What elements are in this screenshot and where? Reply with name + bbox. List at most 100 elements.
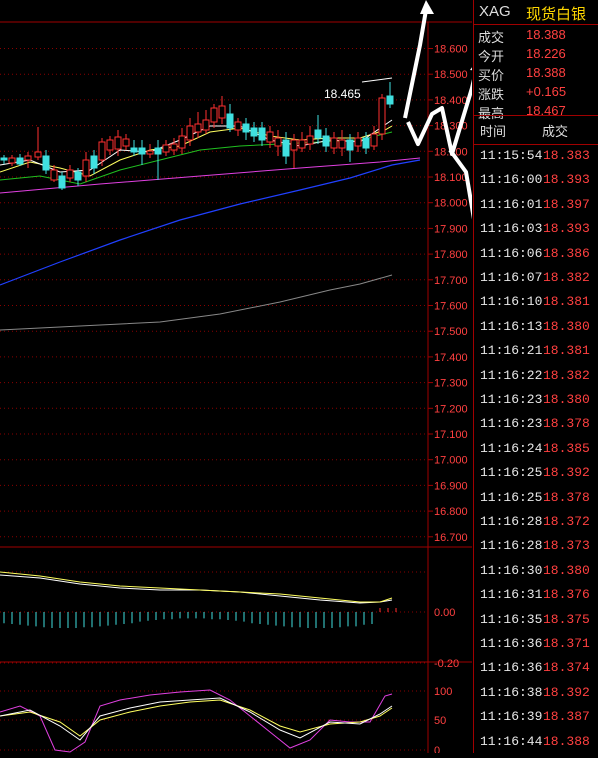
- trade-price: 18.381: [543, 294, 590, 310]
- trade-time: 11:16:23: [480, 416, 543, 432]
- trade-price: 18.382: [543, 367, 590, 383]
- quote-header: XAG 现货白银: [474, 0, 598, 25]
- trade-row[interactable]: 11:16:28 18.373: [474, 533, 598, 557]
- high-marker-line: [361, 77, 393, 83]
- price-axis-label: 17.900: [434, 223, 468, 235]
- trade-price: 18.388: [543, 733, 590, 749]
- trade-time: 11:16:36: [480, 660, 543, 676]
- candle-body: [42, 155, 50, 171]
- trade-price: 18.380: [543, 318, 590, 334]
- trade-time: 11:16:39: [480, 709, 543, 725]
- candle-body: [250, 127, 258, 137]
- candle-body: [194, 123, 202, 133]
- kdj-axis-label: 100: [434, 686, 452, 698]
- trade-price: 18.371: [543, 636, 590, 651]
- trade-time: 11:16:28: [480, 538, 543, 554]
- candle-body: [130, 147, 138, 153]
- trade-row[interactable]: 11:16:28 18.372: [474, 509, 598, 533]
- macd-dea-line: [0, 571, 393, 603]
- candle-body: [242, 123, 250, 133]
- candle-body: [98, 141, 106, 161]
- kdj-k-line: [0, 697, 393, 741]
- candle-body: [186, 125, 194, 141]
- trade-row[interactable]: 11:16:36 18.374: [474, 655, 598, 679]
- trade-row[interactable]: 11:16:23 18.380: [474, 387, 598, 411]
- quote-value: 18.388: [526, 65, 566, 80]
- high-marker-label: 18.465: [324, 87, 361, 101]
- trade-time: 11:16:30: [480, 562, 543, 578]
- trade-row[interactable]: 11:16:03 18.393: [474, 216, 598, 240]
- kdj-d-line: [0, 699, 393, 737]
- trade-price: 18.397: [543, 196, 590, 212]
- trade-row[interactable]: 11:16:01 18.397: [474, 192, 598, 216]
- trade-row[interactable]: 11:15:54 18.383: [474, 143, 598, 167]
- trade-row[interactable]: 11:16:36 18.371: [474, 631, 598, 655]
- candle-body: [58, 175, 66, 189]
- trade-row[interactable]: 11:16:35 18.375: [474, 607, 598, 631]
- macd-indicator: [0, 571, 397, 628]
- price-axis-label: 18.500: [434, 69, 468, 81]
- trade-row[interactable]: 11:16:25 18.392: [474, 460, 598, 484]
- trade-row[interactable]: 11:16:10 18.381: [474, 289, 598, 313]
- trade-time: 11:16:24: [480, 440, 543, 456]
- quote-value: +0.165: [526, 84, 567, 99]
- trade-row[interactable]: 11:16:22 18.382: [474, 363, 598, 387]
- kdj-axis-label: 0: [434, 745, 440, 753]
- trade-row[interactable]: 11:16:30 18.380: [474, 558, 598, 582]
- trade-time: 11:16:22: [480, 367, 543, 383]
- trade-price: 18.376: [543, 587, 590, 603]
- candle-body: [234, 121, 242, 131]
- trade-row[interactable]: 11:16:06 18.386: [474, 241, 598, 265]
- candle-body: [378, 97, 386, 135]
- price-axis-label: 17.300: [434, 378, 468, 390]
- trade-price: 18.382: [543, 270, 590, 285]
- trade-price: 18.378: [543, 416, 590, 432]
- kdj-indicator: [0, 689, 393, 753]
- price-axis-label: 18.600: [434, 44, 468, 56]
- chart-area[interactable]: 18.600 18.500 18.400 18.300 18.200 18.100 18.0…: [0, 0, 494, 757]
- candle-body: [66, 169, 74, 179]
- candle-body: [210, 107, 218, 123]
- trade-time: 11:16:10: [480, 294, 543, 310]
- trade-row[interactable]: 11:16:39 18.387: [474, 704, 598, 728]
- trade-time: 11:15:54: [480, 148, 543, 163]
- candle-body: [50, 169, 58, 181]
- kdj-axis-label: 50: [434, 715, 446, 727]
- trade-time: 11:16:25: [480, 489, 543, 505]
- price-axis-label: 16.800: [434, 506, 468, 518]
- quote-row: 成交 18.388: [474, 25, 598, 45]
- trade-time: 11:16:38: [480, 684, 543, 700]
- candle-body: [24, 155, 32, 161]
- quote-panel: XAG 现货白银 成交 18.388 今开 18.226 买价 18.388 涨跌 +0.16…: [473, 0, 598, 753]
- trades-header-price: 成交: [542, 124, 569, 139]
- trade-price: 18.375: [543, 611, 590, 627]
- price-axis-label: 16.900: [434, 480, 468, 492]
- candle-body: [0, 157, 8, 161]
- kline-chart[interactable]: 18.60018.50018.40018.30018.20018.10018.0…: [0, 0, 494, 757]
- moving-average-lines: [0, 119, 421, 331]
- trade-row[interactable]: 11:16:21 18.381: [474, 338, 598, 362]
- trade-row[interactable]: 11:16:00 18.393: [474, 167, 598, 191]
- trade-price: 18.387: [543, 709, 590, 725]
- candle-body: [34, 151, 42, 158]
- candle-body: [178, 135, 186, 149]
- trade-row[interactable]: 11:16:07 18.382: [474, 265, 598, 289]
- trade-time: 11:16:23: [480, 392, 543, 407]
- trade-row[interactable]: 11:16:13 18.380: [474, 314, 598, 338]
- trade-row[interactable]: 11:16:38 18.392: [474, 680, 598, 704]
- trade-row[interactable]: 11:16:31 18.376: [474, 582, 598, 606]
- trade-row[interactable]: 11:16:44 18.388: [474, 729, 598, 753]
- trade-price: 18.393: [543, 221, 590, 237]
- candle-body: [82, 159, 90, 177]
- candle-body: [274, 137, 282, 147]
- quote-row: 涨跌 +0.165: [474, 82, 598, 102]
- trade-row[interactable]: 11:16:25 18.378: [474, 485, 598, 509]
- candle-body: [8, 157, 16, 164]
- price-axis-label: 17.500: [434, 326, 468, 338]
- trade-price: 18.373: [543, 538, 590, 554]
- trade-time: 11:16:35: [480, 611, 543, 627]
- trade-row[interactable]: 11:16:24 18.385: [474, 436, 598, 460]
- candle-body: [74, 171, 82, 181]
- trade-row[interactable]: 11:16:23 18.378: [474, 411, 598, 435]
- candle-body: [386, 95, 394, 105]
